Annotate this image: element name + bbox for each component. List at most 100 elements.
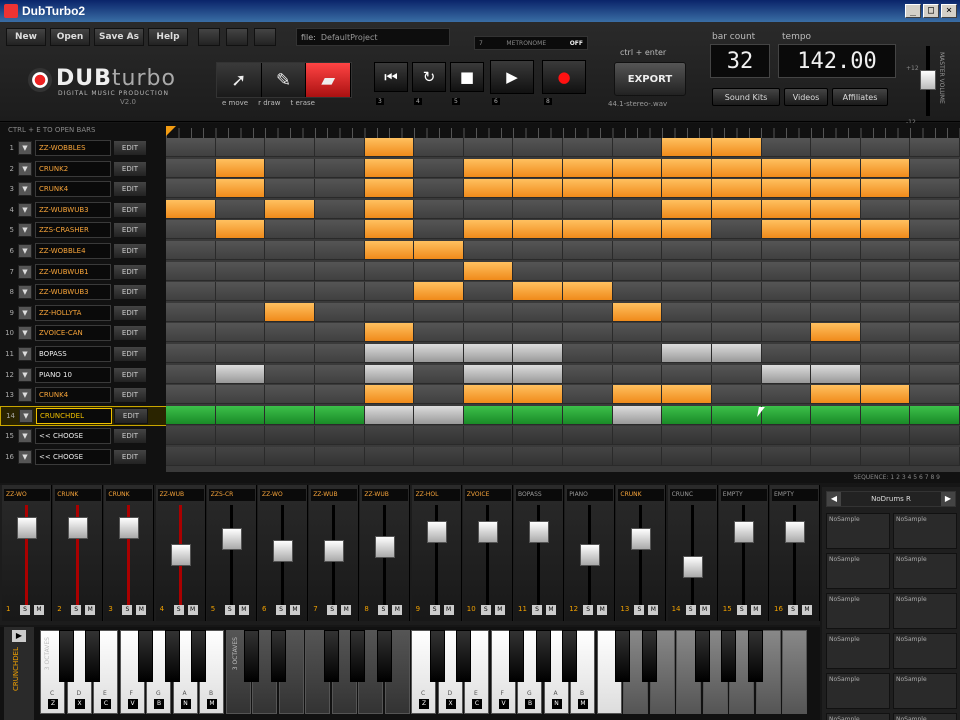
sample-slot[interactable]: NoSample [826, 593, 890, 629]
erase-tool-button[interactable]: ▰ [306, 63, 352, 97]
grid-cell-empty[interactable] [612, 261, 663, 281]
note-block-orange[interactable] [563, 179, 613, 199]
grid-cell-empty[interactable] [811, 447, 861, 466]
new-button[interactable]: New [6, 28, 46, 46]
grid-cell-empty[interactable] [414, 385, 464, 405]
project-file-field[interactable]: file: DefaultProject [296, 28, 450, 46]
mute-button[interactable]: M [392, 605, 403, 615]
track-instrument-name[interactable]: PIANO 10 [35, 366, 111, 383]
note-block-green[interactable] [166, 405, 216, 425]
track-edit-button[interactable]: EDIT [113, 201, 147, 218]
track-dropdown-icon[interactable]: ▼ [18, 450, 32, 464]
note-block-orange[interactable] [612, 220, 663, 240]
grid-cell-empty[interactable] [314, 282, 365, 302]
grid-cell-empty[interactable] [166, 302, 216, 322]
note-block-orange[interactable] [513, 179, 563, 199]
grid-cell-empty[interactable] [265, 385, 315, 405]
note-block-orange[interactable] [662, 199, 712, 219]
save-as-button[interactable]: Save As [94, 28, 144, 46]
grid-cell-empty[interactable] [711, 241, 762, 260]
grid-cell-empty[interactable] [314, 158, 365, 178]
grid-cell-empty[interactable] [910, 220, 960, 240]
channel-fader[interactable] [17, 516, 37, 539]
grid-cell-empty[interactable] [513, 426, 563, 446]
grid-cell-empty[interactable] [414, 220, 464, 240]
grid-cell-empty[interactable] [314, 179, 365, 199]
grid-cell-empty[interactable] [265, 138, 315, 157]
solo-button[interactable]: S [173, 605, 184, 615]
grid-cell-empty[interactable] [563, 241, 613, 260]
track-row[interactable]: 5 ▼ ZZS-CRASHER EDIT [0, 220, 168, 240]
grid-cell-empty[interactable] [662, 426, 712, 446]
solo-button[interactable]: S [532, 605, 542, 615]
track-row[interactable]: 2 ▼ CRUNK2 EDIT [0, 159, 168, 179]
track-edit-button[interactable]: EDIT [113, 366, 147, 383]
grid-cell-empty[interactable] [215, 282, 266, 302]
sample-slot[interactable]: NoSample [893, 553, 957, 589]
track-edit-button[interactable]: EDIT [113, 346, 147, 362]
grid-cell-empty[interactable] [265, 426, 315, 446]
grid-cell-empty[interactable] [215, 323, 266, 343]
note-block-orange[interactable] [364, 179, 415, 199]
sample-slot[interactable]: NoSample [893, 513, 957, 549]
tempo-display[interactable]: 142.00 [778, 44, 896, 78]
track-instrument-name[interactable]: ZZS-CRASHER [35, 222, 111, 239]
track-row[interactable]: 4 ▼ ZZ-WUBWUB3 EDIT [0, 200, 168, 220]
grid-cell-empty[interactable] [860, 302, 911, 322]
grid-cell-empty[interactable] [314, 261, 365, 281]
grid-cell-empty[interactable] [910, 241, 960, 260]
track-dropdown-icon[interactable]: ▼ [19, 408, 33, 423]
track-instrument-name[interactable]: ZZ-WOBBLE4 [35, 243, 111, 259]
piano-black-key[interactable] [694, 630, 710, 682]
piano-black-key[interactable] [509, 630, 524, 682]
next-kit-icon[interactable]: ▶ [941, 492, 955, 506]
grid-cell-empty[interactable] [811, 302, 861, 322]
grid-cell-empty[interactable] [761, 447, 812, 466]
sample-slot[interactable]: NoSample [826, 633, 890, 669]
grid-cell-empty[interactable] [860, 344, 911, 363]
grid-cell-empty[interactable] [215, 447, 266, 466]
grid-cell-empty[interactable] [662, 447, 712, 466]
piano-black-key[interactable] [323, 630, 339, 682]
track-edit-button[interactable]: EDIT [113, 222, 147, 239]
note-block-orange[interactable] [811, 385, 861, 405]
mute-button[interactable]: M [238, 605, 249, 615]
grid-cell-empty[interactable] [662, 241, 712, 260]
track-instrument-name[interactable]: BOPASS [35, 346, 111, 362]
solo-button[interactable]: S [71, 605, 82, 615]
track-instrument-name[interactable]: CRUNK4 [35, 387, 111, 404]
grid-cell-empty[interactable] [811, 261, 861, 281]
note-block-green[interactable] [215, 405, 266, 425]
note-block-white[interactable] [662, 344, 712, 363]
grid-cell-empty[interactable] [265, 158, 315, 178]
grid-cell-empty[interactable] [910, 199, 960, 219]
grid-cell-empty[interactable] [314, 426, 365, 446]
draw-tool-button[interactable]: ✎ [261, 63, 307, 97]
piano-black-key[interactable] [376, 630, 392, 682]
solo-button[interactable]: S [480, 605, 491, 615]
track-instrument-name[interactable]: ZZ-HOLLYTA [35, 304, 111, 321]
grid-cell-empty[interactable] [215, 426, 266, 446]
note-block-orange[interactable] [860, 179, 911, 199]
mute-button[interactable]: M [136, 605, 147, 615]
channel-fader[interactable] [580, 544, 601, 566]
track-dropdown-icon[interactable]: ▼ [18, 161, 32, 176]
track-dropdown-icon[interactable]: ▼ [18, 388, 32, 403]
note-block-orange[interactable] [811, 158, 861, 178]
channel-fader[interactable] [324, 540, 345, 563]
grid-cell-empty[interactable] [761, 344, 812, 363]
note-block-white[interactable] [513, 344, 563, 363]
grid-cell-empty[interactable] [166, 138, 216, 157]
grid-cell-empty[interactable] [910, 158, 960, 178]
move-tool-button[interactable]: ➚ [217, 63, 262, 97]
grid-cell-empty[interactable] [811, 344, 861, 363]
track-dropdown-icon[interactable]: ▼ [18, 223, 32, 238]
solo-button[interactable]: S [378, 605, 389, 615]
note-block-orange[interactable] [662, 138, 712, 157]
grid-cell-empty[interactable] [314, 364, 365, 384]
track-row[interactable]: 16 ▼ << CHOOSE EDIT [0, 447, 168, 467]
note-block-white[interactable] [711, 344, 762, 363]
grid-cell-empty[interactable] [711, 385, 762, 405]
grid-cell-empty[interactable] [860, 241, 911, 260]
open-button[interactable]: Open [50, 28, 90, 46]
